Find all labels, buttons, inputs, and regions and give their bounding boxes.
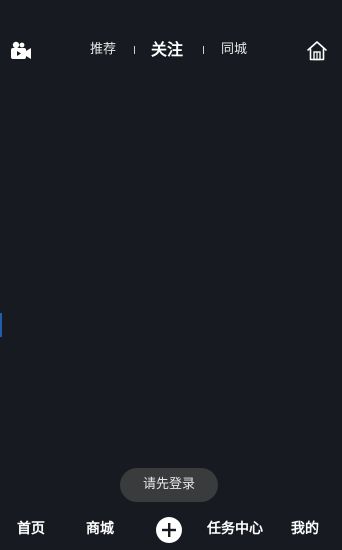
side-marker (0, 313, 2, 337)
tab-divider (203, 46, 204, 54)
nav-home[interactable]: 首页 (17, 519, 45, 539)
tab-recommend[interactable]: 推荐 (90, 38, 116, 62)
home-icon (307, 41, 327, 61)
nav-mine[interactable]: 我的 (291, 519, 319, 539)
bottom-nav: 首页 商城 任务中心 我的 (0, 508, 342, 550)
nav-mall[interactable]: 商城 (86, 519, 114, 539)
home-button[interactable] (304, 39, 330, 63)
tab-follow[interactable]: 关注 (151, 38, 183, 62)
login-toast: 请先登录 (120, 468, 218, 502)
tab-local[interactable]: 同城 (221, 38, 247, 62)
publish-button[interactable] (156, 517, 182, 543)
plus-icon (162, 523, 176, 537)
top-tabs: 推荐 关注 同城 (0, 38, 342, 62)
tab-divider (134, 46, 135, 54)
top-bar: 推荐 关注 同城 (0, 0, 342, 100)
nav-task-center[interactable]: 任务中心 (207, 519, 263, 539)
